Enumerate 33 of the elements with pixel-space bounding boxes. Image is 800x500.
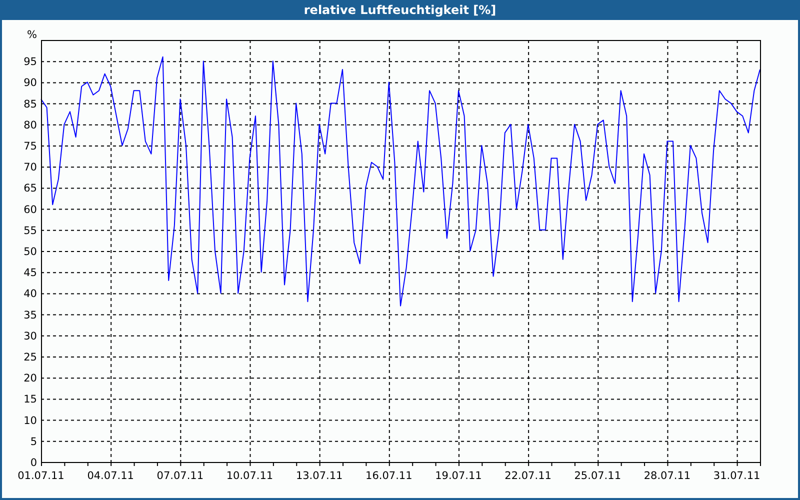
y-tick-label: 15: [24, 394, 37, 406]
y-tick-label: 75: [24, 140, 37, 152]
y-axis-label: %: [27, 29, 37, 41]
y-tick-label: 90: [24, 77, 37, 90]
y-tick-label: 35: [24, 309, 37, 322]
y-tick-label: 95: [24, 56, 37, 68]
y-tick-label: 60: [24, 204, 37, 216]
y-tick-label: 40: [24, 288, 37, 300]
y-tick-label: 0: [30, 457, 37, 469]
x-tick-label: 16.07.11: [366, 470, 412, 482]
y-tick-label: 45: [24, 267, 37, 280]
x-tick-label: 07.07.11: [156, 470, 204, 482]
y-tick-label: 70: [24, 162, 37, 174]
x-tick-label: 04.07.11: [87, 470, 134, 482]
x-tick-label: 01.07.11: [18, 470, 64, 482]
x-tick-label: 13.07.11: [296, 470, 343, 482]
y-tick-label: 20: [24, 372, 37, 385]
y-tick-label: 55: [24, 224, 37, 237]
y-tick-label: 80: [24, 119, 37, 132]
y-tick-label: 5: [30, 436, 37, 448]
y-tick-label: 65: [24, 182, 37, 195]
y-tick-label: 85: [24, 98, 37, 110]
y-tick-label: 10: [24, 414, 37, 427]
x-tick-label: 31.07.11: [713, 470, 760, 482]
x-tick-label: 19.07.11: [435, 470, 482, 482]
x-tick-label: 28.07.11: [644, 470, 691, 482]
x-tick-label: 22.07.11: [504, 470, 552, 482]
window-title: relative Luftfeuchtigkeit [%]: [304, 3, 496, 17]
x-tick-label: 25.07.11: [574, 470, 622, 482]
x-tick-label: 10.07.11: [226, 470, 274, 482]
y-tick-label: 25: [24, 352, 37, 364]
y-tick-label: 50: [24, 246, 37, 258]
y-tick-label: 30: [24, 330, 37, 342]
